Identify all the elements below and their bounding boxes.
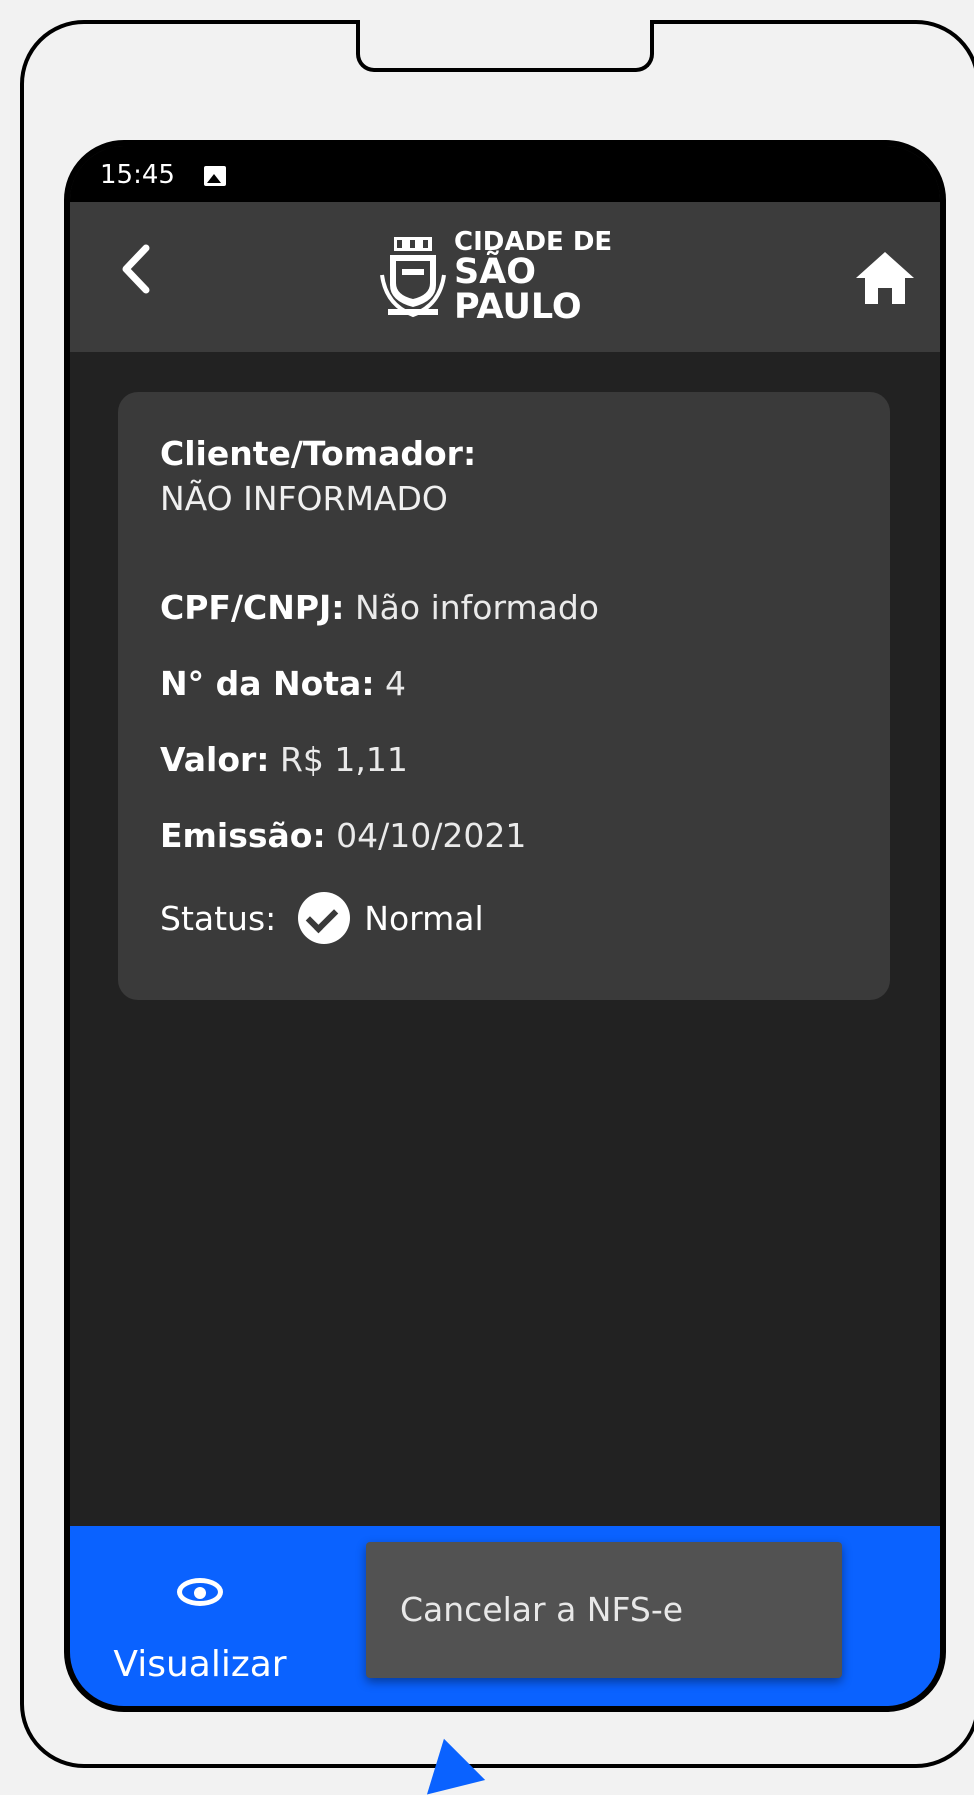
nota-label: N° da Nota: — [160, 664, 375, 703]
view-button[interactable]: Visualizar — [100, 1556, 300, 1696]
invoice-card: Cliente/Tomador: NÃO INFORMADO CPF/CNPJ:… — [118, 392, 890, 1000]
client-value: NÃO INFORMADO — [160, 479, 448, 518]
status-row: Status: Normal — [160, 892, 484, 944]
client-block: Cliente/Tomador: NÃO INFORMADO — [160, 434, 476, 518]
city-logo: CIDADE DE SÃO PAULO — [380, 229, 650, 325]
cpf-label: CPF/CNPJ: — [160, 588, 345, 627]
phone-notch — [356, 20, 654, 72]
cpf-value: Não informado — [355, 588, 599, 627]
eye-icon — [177, 1578, 223, 1606]
context-menu: Cancelar a NFS-e — [366, 1542, 842, 1678]
valor-row: Valor: R$ 1,11 — [160, 740, 408, 779]
client-label: Cliente/Tomador: — [160, 434, 477, 473]
logo-line-2: SÃO PAULO — [454, 252, 582, 327]
status-label: Status: — [160, 898, 277, 938]
coat-of-arms-icon — [380, 235, 446, 319]
bottom-action-bar: Visualizar Cancelar a NFS-e — [70, 1526, 940, 1706]
app-screen: 15:45 CIDADE DE SÃO PAULO Cliente/Tomado… — [64, 140, 946, 1712]
nota-value: 4 — [385, 664, 407, 703]
cpf-row: CPF/CNPJ: Não informado — [160, 588, 599, 627]
menu-item-cancel-nfse[interactable]: Cancelar a NFS-e — [400, 1590, 683, 1629]
chevron-left-icon — [122, 244, 150, 294]
status-value: Normal — [364, 898, 484, 938]
emissao-value: 04/10/2021 — [336, 816, 527, 855]
nota-row: N° da Nota: 4 — [160, 664, 406, 703]
emissao-label: Emissão: — [160, 816, 326, 855]
image-notification-icon — [204, 166, 226, 186]
valor-value: R$ 1,11 — [279, 740, 408, 779]
status-bar: 15:45 — [70, 146, 940, 202]
status-time: 15:45 — [100, 160, 175, 190]
logo-text: CIDADE DE SÃO PAULO — [454, 229, 650, 325]
view-label: Visualizar — [113, 1644, 287, 1685]
emissao-row: Emissão: 04/10/2021 — [160, 816, 526, 855]
valor-label: Valor: — [160, 740, 270, 779]
check-circle-icon — [298, 892, 351, 944]
home-button[interactable] — [850, 242, 920, 312]
back-button[interactable] — [106, 242, 166, 312]
home-icon — [856, 252, 914, 304]
app-header: CIDADE DE SÃO PAULO — [70, 202, 940, 352]
